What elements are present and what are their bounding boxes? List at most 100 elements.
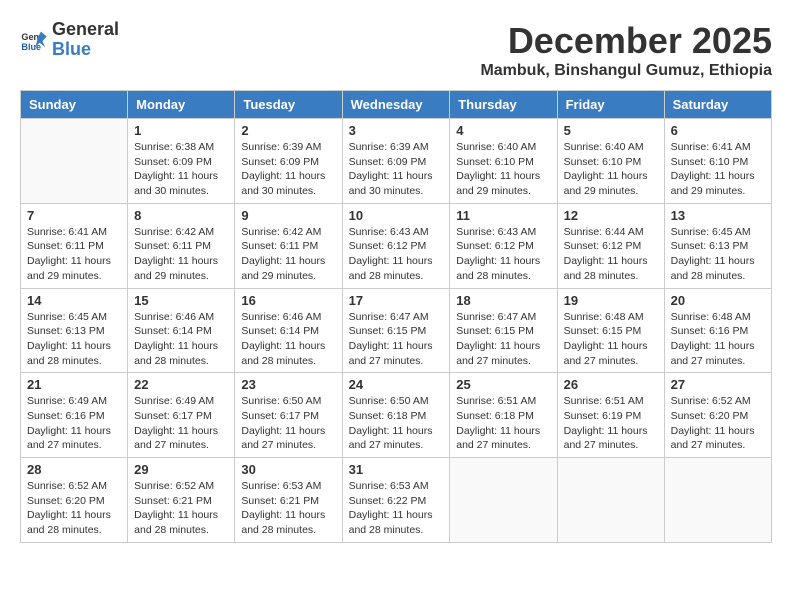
calendar-cell: 8 Sunrise: 6:42 AM Sunset: 6:11 PM Daylig…: [128, 203, 235, 288]
calendar-cell: 15 Sunrise: 6:46 AM Sunset: 6:14 PM Dayli…: [128, 288, 235, 373]
day-number: 4: [456, 123, 550, 138]
day-info: Sunrise: 6:38 AM Sunset: 6:09 PM Dayligh…: [134, 140, 228, 199]
day-number: 30: [241, 462, 335, 477]
calendar-header-row: SundayMondayTuesdayWednesdayThursdayFrid…: [21, 91, 772, 119]
day-info: Sunrise: 6:52 AM Sunset: 6:20 PM Dayligh…: [27, 479, 121, 538]
day-info: Sunrise: 6:50 AM Sunset: 6:17 PM Dayligh…: [241, 394, 335, 453]
day-number: 19: [564, 293, 658, 308]
calendar-cell: 2 Sunrise: 6:39 AM Sunset: 6:09 PM Daylig…: [235, 119, 342, 204]
day-number: 10: [349, 208, 444, 223]
calendar-cell: 5 Sunrise: 6:40 AM Sunset: 6:10 PM Daylig…: [557, 119, 664, 204]
day-number: 29: [134, 462, 228, 477]
day-info: Sunrise: 6:47 AM Sunset: 6:15 PM Dayligh…: [349, 310, 444, 369]
day-info: Sunrise: 6:49 AM Sunset: 6:16 PM Dayligh…: [27, 394, 121, 453]
calendar-cell: 3 Sunrise: 6:39 AM Sunset: 6:09 PM Daylig…: [342, 119, 450, 204]
calendar-header-wednesday: Wednesday: [342, 91, 450, 119]
calendar-week-row: 14Sunrise: 6:45 AM Sunset: 6:13 PM Dayli…: [21, 288, 772, 373]
day-number: 2: [241, 123, 335, 138]
calendar-cell: 31 Sunrise: 6:53 AM Sunset: 6:22 PM Dayli…: [342, 458, 450, 543]
calendar-cell: 16 Sunrise: 6:46 AM Sunset: 6:14 PM Dayli…: [235, 288, 342, 373]
day-info: Sunrise: 6:52 AM Sunset: 6:20 PM Dayligh…: [671, 394, 765, 453]
calendar-cell: 20Sunrise: 6:48 AM Sunset: 6:16 PM Dayli…: [664, 288, 771, 373]
calendar-week-row: 1 Sunrise: 6:38 AM Sunset: 6:09 PM Daylig…: [21, 119, 772, 204]
day-info: Sunrise: 6:39 AM Sunset: 6:09 PM Dayligh…: [349, 140, 444, 199]
calendar-cell: 13Sunrise: 6:45 AM Sunset: 6:13 PM Dayli…: [664, 203, 771, 288]
calendar-cell: [557, 458, 664, 543]
day-info: Sunrise: 6:40 AM Sunset: 6:10 PM Dayligh…: [564, 140, 658, 199]
day-info: Sunrise: 6:40 AM Sunset: 6:10 PM Dayligh…: [456, 140, 550, 199]
calendar-header-monday: Monday: [128, 91, 235, 119]
day-info: Sunrise: 6:53 AM Sunset: 6:21 PM Dayligh…: [241, 479, 335, 538]
calendar-week-row: 21 Sunrise: 6:49 AM Sunset: 6:16 PM Dayli…: [21, 373, 772, 458]
calendar-header-saturday: Saturday: [664, 91, 771, 119]
day-number: 27: [671, 377, 765, 392]
calendar-cell: 10 Sunrise: 6:43 AM Sunset: 6:12 PM Dayli…: [342, 203, 450, 288]
day-number: 31: [349, 462, 444, 477]
day-number: 24: [349, 377, 444, 392]
day-info: Sunrise: 6:51 AM Sunset: 6:18 PM Dayligh…: [456, 394, 550, 453]
calendar-cell: 17 Sunrise: 6:47 AM Sunset: 6:15 PM Dayli…: [342, 288, 450, 373]
calendar-header-thursday: Thursday: [450, 91, 557, 119]
day-number: 12: [564, 208, 658, 223]
day-info: Sunrise: 6:42 AM Sunset: 6:11 PM Dayligh…: [241, 225, 335, 284]
day-info: Sunrise: 6:46 AM Sunset: 6:14 PM Dayligh…: [241, 310, 335, 369]
day-number: 25: [456, 377, 550, 392]
day-info: Sunrise: 6:42 AM Sunset: 6:11 PM Dayligh…: [134, 225, 228, 284]
calendar-cell: 29 Sunrise: 6:52 AM Sunset: 6:21 PM Dayli…: [128, 458, 235, 543]
calendar-header-friday: Friday: [557, 91, 664, 119]
day-info: Sunrise: 6:49 AM Sunset: 6:17 PM Dayligh…: [134, 394, 228, 453]
day-number: 6: [671, 123, 765, 138]
day-info: Sunrise: 6:45 AM Sunset: 6:13 PM Dayligh…: [671, 225, 765, 284]
calendar-cell: 25 Sunrise: 6:51 AM Sunset: 6:18 PM Dayli…: [450, 373, 557, 458]
logo-text: General Blue: [52, 20, 119, 60]
day-info: Sunrise: 6:41 AM Sunset: 6:10 PM Dayligh…: [671, 140, 765, 199]
day-number: 1: [134, 123, 228, 138]
day-number: 17: [349, 293, 444, 308]
day-number: 11: [456, 208, 550, 223]
day-number: 21: [27, 377, 121, 392]
day-info: Sunrise: 6:53 AM Sunset: 6:22 PM Dayligh…: [349, 479, 444, 538]
day-number: 26: [564, 377, 658, 392]
calendar-cell: [21, 119, 128, 204]
day-info: Sunrise: 6:47 AM Sunset: 6:15 PM Dayligh…: [456, 310, 550, 369]
day-number: 8: [134, 208, 228, 223]
location-title: Mambuk, Binshangul Gumuz, Ethiopia: [119, 62, 772, 80]
logo-icon: Gene Blue: [20, 26, 48, 54]
calendar: SundayMondayTuesdayWednesdayThursdayFrid…: [20, 90, 772, 543]
day-info: Sunrise: 6:52 AM Sunset: 6:21 PM Dayligh…: [134, 479, 228, 538]
calendar-cell: 28 Sunrise: 6:52 AM Sunset: 6:20 PM Dayli…: [21, 458, 128, 543]
calendar-cell: 23 Sunrise: 6:50 AM Sunset: 6:17 PM Dayli…: [235, 373, 342, 458]
logo: Gene Blue General Blue: [20, 20, 119, 60]
calendar-cell: 14Sunrise: 6:45 AM Sunset: 6:13 PM Dayli…: [21, 288, 128, 373]
day-number: 7: [27, 208, 121, 223]
day-info: Sunrise: 6:43 AM Sunset: 6:12 PM Dayligh…: [456, 225, 550, 284]
day-number: 22: [134, 377, 228, 392]
calendar-cell: 12Sunrise: 6:44 AM Sunset: 6:12 PM Dayli…: [557, 203, 664, 288]
day-info: Sunrise: 6:43 AM Sunset: 6:12 PM Dayligh…: [349, 225, 444, 284]
month-title: December 2025: [119, 20, 772, 62]
calendar-cell: 18 Sunrise: 6:47 AM Sunset: 6:15 PM Dayli…: [450, 288, 557, 373]
calendar-header-sunday: Sunday: [21, 91, 128, 119]
day-info: Sunrise: 6:41 AM Sunset: 6:11 PM Dayligh…: [27, 225, 121, 284]
day-number: 28: [27, 462, 121, 477]
day-info: Sunrise: 6:46 AM Sunset: 6:14 PM Dayligh…: [134, 310, 228, 369]
day-number: 18: [456, 293, 550, 308]
calendar-cell: 30 Sunrise: 6:53 AM Sunset: 6:21 PM Dayli…: [235, 458, 342, 543]
calendar-cell: 21 Sunrise: 6:49 AM Sunset: 6:16 PM Dayli…: [21, 373, 128, 458]
calendar-cell: 22 Sunrise: 6:49 AM Sunset: 6:17 PM Dayli…: [128, 373, 235, 458]
day-info: Sunrise: 6:39 AM Sunset: 6:09 PM Dayligh…: [241, 140, 335, 199]
calendar-cell: 26Sunrise: 6:51 AM Sunset: 6:19 PM Dayli…: [557, 373, 664, 458]
calendar-cell: 24Sunrise: 6:50 AM Sunset: 6:18 PM Dayli…: [342, 373, 450, 458]
day-number: 15: [134, 293, 228, 308]
calendar-cell: 6 Sunrise: 6:41 AM Sunset: 6:10 PM Daylig…: [664, 119, 771, 204]
header-right: December 2025 Mambuk, Binshangul Gumuz, …: [119, 20, 772, 80]
day-number: 5: [564, 123, 658, 138]
calendar-cell: 4 Sunrise: 6:40 AM Sunset: 6:10 PM Daylig…: [450, 119, 557, 204]
calendar-cell: [664, 458, 771, 543]
day-number: 16: [241, 293, 335, 308]
day-number: 3: [349, 123, 444, 138]
day-info: Sunrise: 6:48 AM Sunset: 6:16 PM Dayligh…: [671, 310, 765, 369]
calendar-cell: 27 Sunrise: 6:52 AM Sunset: 6:20 PM Dayli…: [664, 373, 771, 458]
calendar-week-row: 7 Sunrise: 6:41 AM Sunset: 6:11 PM Daylig…: [21, 203, 772, 288]
day-number: 23: [241, 377, 335, 392]
